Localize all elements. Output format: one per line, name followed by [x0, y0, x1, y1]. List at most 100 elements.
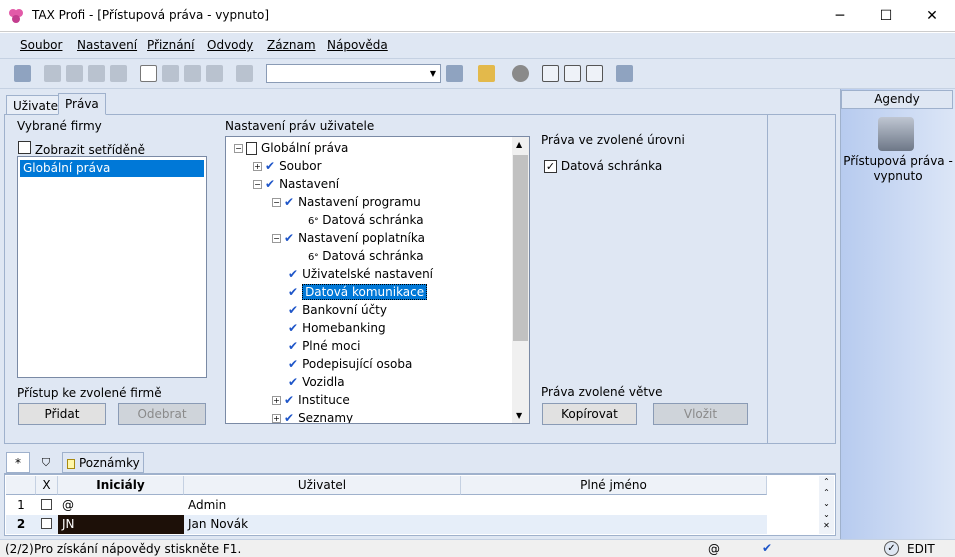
scroll-down-icon[interactable]: ▼ — [516, 411, 522, 420]
tree-node[interactable]: ✔ Plné moci — [288, 337, 360, 355]
menu-soubor[interactable]: Soubor — [20, 38, 62, 52]
tree-node[interactable]: − ✔ Nastavení — [253, 175, 339, 193]
cell-fullname[interactable] — [461, 515, 767, 534]
filter-icon[interactable] — [446, 65, 463, 82]
col-user[interactable]: Uživatel — [184, 476, 461, 495]
pin-icon[interactable] — [616, 65, 633, 82]
title-bar: TAX Profi - [Přístupová práva - vypnuto]… — [0, 0, 955, 32]
status-help: Pro získání nápovědy stiskněte F1. — [34, 542, 242, 556]
door-icon[interactable] — [14, 65, 31, 82]
preview-icon[interactable] — [88, 65, 105, 82]
save-all-icon[interactable] — [206, 65, 223, 82]
chevron-down-icon[interactable]: ▼ — [426, 65, 440, 82]
sort-row[interactable]: Zobrazit setříděně — [18, 141, 145, 157]
check-icon: ✔ — [288, 375, 299, 389]
folder-icon[interactable] — [478, 65, 495, 82]
window-icon[interactable] — [564, 65, 581, 82]
col-initials[interactable]: Iniciály — [58, 476, 184, 495]
tree-node[interactable]: ✔ Bankovní účty — [288, 301, 387, 319]
app-icon — [8, 8, 24, 24]
save-icon[interactable] — [184, 65, 201, 82]
sort-label: Zobrazit setříděně — [34, 143, 146, 157]
tree-node[interactable]: + ✔ Seznamy — [272, 409, 353, 423]
tree-title: Nastavení práv uživatele — [225, 119, 375, 133]
menu-odvody[interactable]: Odvody — [207, 38, 253, 52]
agendy-title: Agendy — [841, 90, 953, 109]
tab-star[interactable]: * — [6, 452, 30, 473]
copy-button[interactable]: Kopírovat — [542, 403, 637, 425]
grid-scrollbar[interactable]: ⌃ ⌃ ⌄ ⌄ ✕ — [819, 476, 834, 534]
close-button[interactable]: ✕ — [909, 0, 955, 32]
tree-node[interactable]: + ✔ Soubor — [253, 157, 322, 175]
sort-checkbox[interactable] — [18, 141, 31, 154]
tree-scroll-thumb[interactable] — [513, 155, 528, 341]
maximize-button[interactable]: ☐ — [863, 0, 909, 32]
ok-icon: ✓ — [884, 541, 899, 556]
window-title: TAX Profi - [Přístupová práva - vypnuto] — [32, 8, 270, 22]
ds-checkbox[interactable]: ✓ — [544, 160, 557, 173]
cell-user[interactable]: Admin — [184, 496, 461, 515]
tree-node[interactable]: + ✔ Instituce — [272, 391, 350, 409]
status-mode: EDIT — [907, 542, 935, 556]
check-icon: ✔ — [284, 195, 295, 209]
filter-icon[interactable]: ⛉ — [34, 452, 58, 473]
minimize-button[interactable]: ─ — [817, 0, 863, 32]
col-x[interactable]: X — [36, 476, 58, 495]
row-number: 1 — [17, 498, 25, 512]
tree-node[interactable]: ✔ Vozidla — [288, 373, 345, 391]
scroll-up-icon[interactable]: ▲ — [516, 140, 522, 149]
tree-node[interactable]: 6ᐤ Datová schránka — [308, 247, 424, 265]
print-icon[interactable] — [110, 65, 127, 82]
tree-node-selected[interactable]: ✔ Datová komunikace — [288, 283, 428, 301]
new-doc-icon[interactable] — [140, 65, 157, 82]
list-icon[interactable] — [542, 65, 559, 82]
firms-title: Vybrané firmy — [17, 119, 102, 133]
paste-button[interactable]: Vložit — [653, 403, 748, 425]
row-number: 2 — [16, 517, 26, 531]
tab-poznamky[interactable]: Poznámky — [62, 452, 144, 473]
ds-row[interactable]: ✓ Datová schránka — [544, 159, 662, 173]
form-icon[interactable] — [586, 65, 603, 82]
add-button[interactable]: Přidat — [18, 403, 106, 425]
check-icon[interactable] — [162, 65, 179, 82]
menu-zaznam[interactable]: Záznam — [267, 38, 316, 52]
tree-node[interactable]: ✔ Podepisující osoba — [288, 355, 412, 373]
toolbar-combo[interactable]: ▼ — [266, 64, 441, 83]
copy-icon[interactable] — [44, 65, 61, 82]
remove-button[interactable]: Odebrat — [118, 403, 206, 425]
menu-priznani[interactable]: Přiznání — [147, 38, 195, 52]
tree-node[interactable]: ✔ Uživatelské nastavení — [288, 265, 433, 283]
rights-tree[interactable]: − Globální práva + ✔ Soubor − ✔ Nastavení − ✔ N… — [225, 136, 530, 424]
cell-initials[interactable]: JN — [58, 515, 184, 534]
check-icon: ✔ — [288, 285, 299, 299]
tree-node[interactable]: − ✔ Nastavení programu — [272, 193, 421, 211]
tree-node[interactable]: − ✔ Nastavení poplatníka — [272, 229, 425, 247]
col-fullname[interactable]: Plné jméno — [461, 476, 767, 495]
check-icon: ✔ — [265, 159, 276, 173]
status-bar: (2/2) Pro získání nápovědy stiskněte F1.… — [0, 539, 955, 557]
tree-node[interactable]: − Globální práva — [234, 139, 348, 157]
note-icon — [67, 458, 75, 469]
tab-prava[interactable]: Práva — [58, 93, 106, 115]
check-icon: ✔ — [284, 231, 295, 245]
check-icon: ✔ — [265, 177, 276, 191]
cell-user[interactable]: Jan Novák — [184, 515, 461, 534]
row-checkbox[interactable] — [41, 518, 52, 529]
menu-napoveda[interactable]: Nápověda — [327, 38, 388, 52]
status-page: (2/2) — [5, 542, 34, 556]
tree-node[interactable]: 6ᐤ Datová schránka — [308, 211, 424, 229]
row-checkbox[interactable] — [41, 499, 52, 510]
tree-node[interactable]: ✔ Homebanking — [288, 319, 386, 337]
db-icon[interactable] — [512, 65, 529, 82]
clipboard-icon[interactable] — [236, 65, 253, 82]
keys-icon[interactable] — [878, 117, 914, 151]
cell-fullname[interactable] — [461, 496, 767, 515]
menu-nastaveni[interactable]: Nastavení — [77, 38, 137, 52]
status-at: @ — [708, 542, 720, 556]
glasses-icon: 6ᐤ — [308, 216, 319, 227]
cell-initials[interactable]: @ — [58, 496, 184, 515]
agenda-item-label[interactable]: Přístupová práva - vypnuto — [843, 154, 953, 184]
paste-icon[interactable] — [66, 65, 83, 82]
firm-list[interactable]: Globální práva — [17, 156, 207, 378]
firm-item-selected[interactable]: Globální práva — [20, 160, 204, 177]
